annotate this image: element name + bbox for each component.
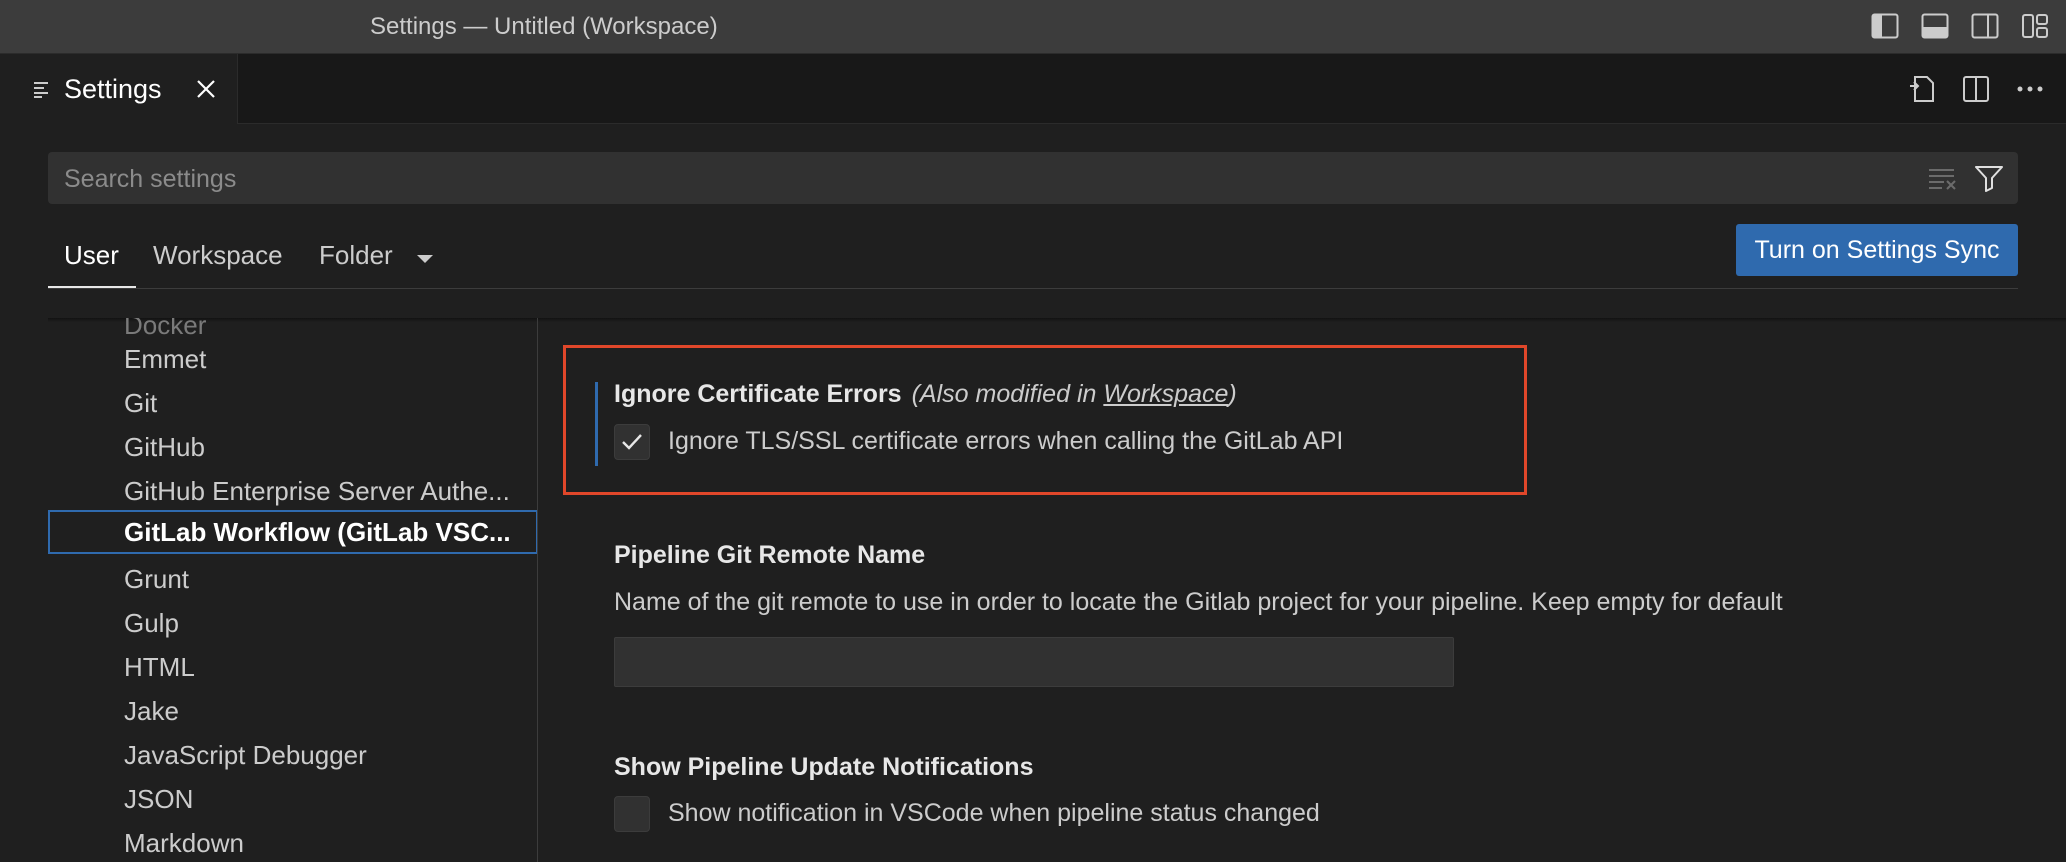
editor-actions [1906, 73, 2046, 105]
turn-on-settings-sync-button[interactable]: Turn on Settings Sync [1736, 224, 2018, 276]
more-actions-icon[interactable] [2014, 73, 2046, 105]
settings-toc: Docker Emmet Git GitHub GitHub Enterpris… [48, 318, 538, 862]
toc-item-gulp[interactable]: Gulp [48, 602, 537, 646]
settings-list-icon [32, 79, 52, 99]
split-editor-icon[interactable] [1960, 73, 1992, 105]
tab-user[interactable]: User [64, 240, 119, 271]
window-title: Settings — Untitled (Workspace) [370, 13, 718, 40]
tab-folder[interactable]: Folder [319, 240, 393, 271]
toc-item-markdown[interactable]: Markdown [48, 822, 537, 862]
pipeline-git-remote-name-input[interactable] [614, 637, 1454, 687]
toc-item-json[interactable]: JSON [48, 778, 537, 822]
toggle-panel-icon[interactable] [1920, 11, 1950, 41]
settings-scope-tabs: User Workspace Folder [48, 226, 2018, 289]
toc-item-github[interactable]: GitHub [48, 426, 537, 470]
search-input[interactable] [62, 160, 1926, 198]
toggle-secondary-sidebar-icon[interactable] [1970, 11, 2000, 41]
show-pipeline-notifications-description: Show notification in VSCode when pipelin… [668, 799, 1320, 827]
highlight-annotation [563, 345, 1527, 495]
ignore-certificate-errors-description: Ignore TLS/SSL certificate errors when c… [668, 427, 1344, 455]
modified-indicator [595, 382, 598, 466]
close-icon[interactable] [194, 77, 218, 101]
setting-title-ignore-certificate-errors: Ignore Certificate Errors (Also modified … [614, 380, 1237, 409]
workspace-link[interactable]: Workspace [1103, 380, 1228, 408]
toc-item-jake[interactable]: Jake [48, 690, 537, 734]
setting-title-text: Ignore Certificate Errors [614, 380, 902, 408]
tab-settings[interactable]: Settings [0, 54, 238, 124]
open-settings-json-icon[interactable] [1906, 73, 1938, 105]
chevron-down-icon[interactable] [415, 252, 435, 266]
toc-item-javascript-debugger[interactable]: JavaScript Debugger [48, 734, 537, 778]
ignore-certificate-errors-checkbox[interactable] [614, 424, 650, 460]
show-pipeline-notifications-checkbox[interactable] [614, 796, 650, 832]
toggle-primary-sidebar-icon[interactable] [1870, 11, 1900, 41]
modified-elsewhere-note: (Also modified in Workspace) [912, 380, 1237, 408]
customize-layout-icon[interactable] [2020, 11, 2050, 41]
editor-tab-bar: Settings [0, 54, 2066, 124]
search-bar [48, 152, 2018, 204]
toc-item-git[interactable]: Git [48, 382, 537, 426]
toc-item-grunt[interactable]: Grunt [48, 558, 537, 602]
tab-label: Settings [64, 73, 162, 104]
setting-title-pipeline-git-remote-name: Pipeline Git Remote Name [614, 541, 926, 569]
title-bar: Settings — Untitled (Workspace) [0, 0, 2066, 54]
toc-item-github-enterprise[interactable]: GitHub Enterprise Server Authe... [48, 470, 537, 514]
clear-filter-icon[interactable] [1928, 166, 1958, 190]
note-prefix: (Also modified in [911, 380, 1104, 408]
pipeline-git-remote-name-description: Name of the git remote to use in order t… [614, 588, 1783, 616]
toc-item-gitlab-workflow[interactable]: GitLab Workflow (GitLab VSC... [48, 510, 537, 554]
active-tab-indicator [48, 286, 136, 288]
tab-workspace[interactable]: Workspace [153, 240, 283, 271]
checkmark-icon [622, 434, 642, 450]
toc-item-emmet[interactable]: Emmet [48, 338, 537, 382]
layout-controls [1870, 11, 2050, 41]
note-suffix: ) [1228, 380, 1237, 408]
filter-icon[interactable] [1974, 164, 2004, 192]
setting-title-show-pipeline-update-notifications: Show Pipeline Update Notifications [614, 753, 1034, 781]
toc-item-html[interactable]: HTML [48, 646, 537, 690]
